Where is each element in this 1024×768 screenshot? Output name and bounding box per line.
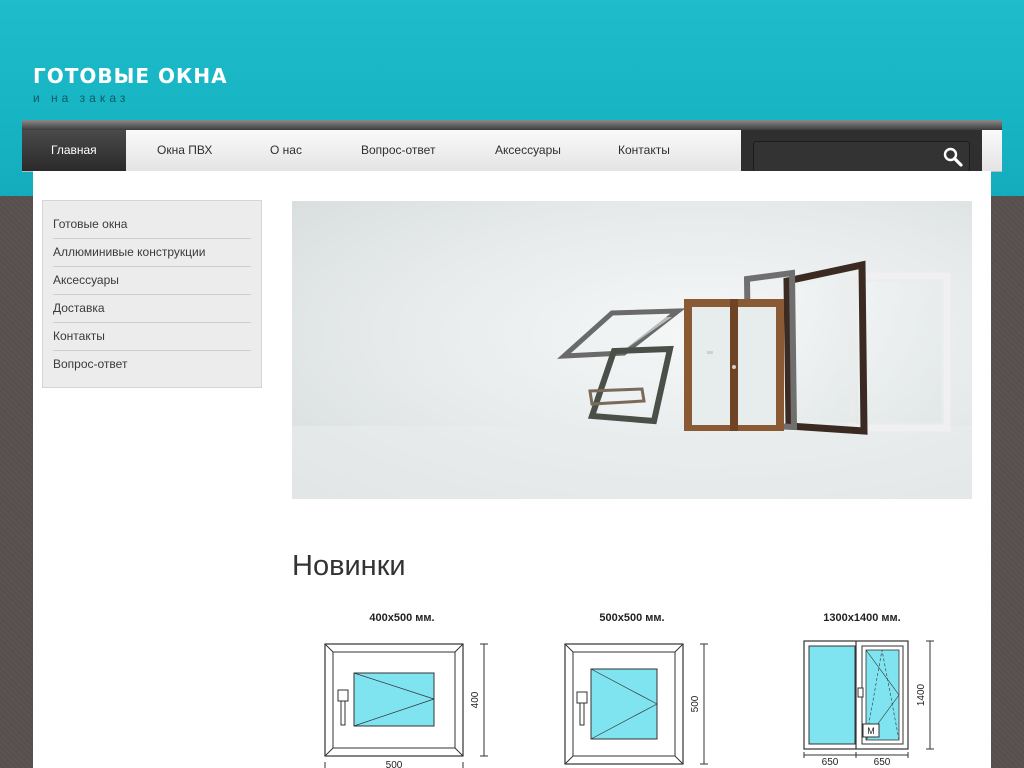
sidebar-menu: Готовые окна Аллюминивые конструкции Акс… (42, 200, 262, 388)
window-drawing-1[interactable]: 400 500 (318, 636, 490, 768)
search-icon[interactable] (942, 146, 964, 168)
width-dimension-3b: 650 (874, 757, 891, 768)
height-dimension-3: 1400 (916, 683, 927, 706)
window-drawing-2[interactable]: 500 (558, 636, 730, 768)
product-label-2[interactable]: 500х500 мм. (594, 612, 670, 624)
sidebar-item-aluminum[interactable]: Аллюминивые конструкции (53, 239, 251, 267)
window-tilted-bottom (587, 345, 674, 425)
sidebar-item-ready-windows[interactable]: Готовые окна (53, 211, 251, 239)
sidebar-item-delivery[interactable]: Доставка (53, 295, 251, 323)
section-title-new: Новинки (292, 550, 406, 582)
nav-item-accessories[interactable]: Аксессуары (466, 130, 590, 171)
nav-item-pvc-windows[interactable]: Окна ПВХ (128, 130, 241, 171)
product-label-3[interactable]: 1300х1400 мм. (814, 612, 910, 624)
height-dimension-1: 400 (470, 691, 481, 708)
sidebar-item-accessories[interactable]: Аксессуары (53, 267, 251, 295)
search-input[interactable] (753, 141, 970, 172)
site-title[interactable]: ГОТОВЫЕ ОКНА (33, 64, 228, 88)
site-subtitle: и на заказ (33, 91, 130, 105)
height-dimension-2: 500 (690, 695, 701, 712)
sidebar-item-contacts[interactable]: Контакты (53, 323, 251, 351)
hero-banner (292, 201, 972, 499)
nav-item-faq[interactable]: Вопрос-ответ (332, 130, 464, 171)
nav-item-home[interactable]: Главная (22, 130, 126, 171)
window-frame-dark (783, 260, 868, 435)
windows-collage-illustration (292, 260, 972, 499)
sash-mark: M (867, 726, 875, 736)
sidebar-item-faq[interactable]: Вопрос-ответ (53, 351, 251, 378)
width-dimension-3a: 650 (822, 757, 839, 768)
window-drawing-3[interactable]: M 1400 650 650 (800, 636, 940, 768)
product-label-1[interactable]: 400х500 мм. (364, 612, 440, 624)
window-frame-wood (684, 299, 784, 431)
nav-item-about[interactable]: О нас (241, 130, 331, 171)
nav-top-strip (22, 120, 1002, 130)
width-dimension-1: 500 (386, 760, 403, 768)
nav-item-contacts[interactable]: Контакты (589, 130, 699, 171)
